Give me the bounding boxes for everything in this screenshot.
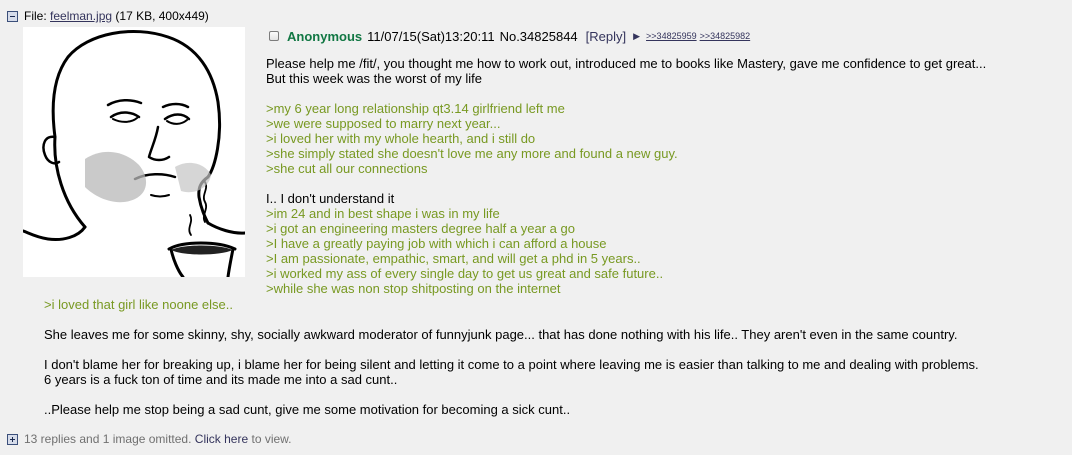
- body-text-line: But this week was the worst of my life: [266, 71, 483, 86]
- feels-guy-drawing: [21, 30, 247, 279]
- body-text-line: 6 years is a fuck ton of time and its ma…: [44, 372, 398, 387]
- backlink-2[interactable]: >>34825982: [700, 31, 751, 41]
- post-datetime: 11/07/15(Sat)13:20:11: [367, 28, 495, 44]
- post-select-checkbox[interactable]: [269, 31, 279, 41]
- expand-plus-icon[interactable]: [7, 433, 18, 445]
- greentext-line: >i worked my ass of every single day to …: [266, 266, 664, 281]
- greentext-line: >my 6 year long relationship qt3.14 girl…: [266, 101, 565, 116]
- body-text-line: I.. I don't understand it: [266, 191, 395, 206]
- omitted-notice: 13 replies and 1 image omitted. Click he…: [7, 432, 292, 446]
- post-body-top: Please help me /fit/, you thought me how…: [266, 56, 986, 296]
- greentext-line: >she simply stated she doesn't love me a…: [266, 146, 678, 161]
- collapse-minus-icon[interactable]: [7, 10, 18, 22]
- post-container: File: feelman.jpg (17 KB, 400x449) Anony…: [0, 0, 1072, 455]
- greentext-line: >while she was non stop shitposting on t…: [266, 281, 561, 296]
- file-label: File:: [24, 9, 47, 23]
- reply-button[interactable]: [Reply]: [586, 29, 626, 44]
- omitted-count: 13 replies and 1 image omitted.: [24, 432, 192, 446]
- file-info: File: feelman.jpg (17 KB, 400x449): [7, 8, 209, 24]
- greentext-line: >i loved her with my whole hearth, and i…: [266, 131, 536, 146]
- greentext-line: >i loved that girl like noone else..: [44, 297, 233, 312]
- greentext-line: >im 24 and in best shape i was in my lif…: [266, 206, 500, 221]
- poster-name: Anonymous: [287, 28, 363, 44]
- post-number[interactable]: No.34825844: [500, 29, 578, 44]
- greentext-line: >I am passionate, empathic, smart, and w…: [266, 251, 641, 266]
- greentext-line: >she cut all our connections: [266, 161, 428, 176]
- post-body-bottom: >i loved that girl like noone else.. She …: [44, 297, 979, 417]
- backlink-1[interactable]: >>34825959: [646, 31, 697, 41]
- menu-arrow-icon[interactable]: ▶: [633, 31, 640, 42]
- body-text-line: She leaves me for some skinny, shy, soci…: [44, 327, 958, 342]
- body-text-line: Please help me /fit/, you thought me how…: [266, 56, 987, 71]
- omitted-suffix: to view.: [251, 432, 292, 446]
- expand-thread-link[interactable]: Click here: [195, 432, 248, 446]
- post-header: Anonymous 11/07/15(Sat)13:20:11 No.34825…: [269, 28, 753, 44]
- file-size-info: (17 KB, 400x449): [115, 9, 209, 23]
- body-text-line: ..Please help me stop being a sad cunt, …: [44, 402, 571, 417]
- post-thumbnail[interactable]: [21, 27, 247, 279]
- body-text-line: I don't blame her for breaking up, i bla…: [44, 357, 979, 372]
- greentext-line: >we were supposed to marry next year...: [266, 116, 501, 131]
- file-name-link[interactable]: feelman.jpg: [50, 9, 112, 23]
- greentext-line: >I have a greatly paying job with which …: [266, 236, 607, 251]
- greentext-line: >i got an engineering masters degree hal…: [266, 221, 575, 236]
